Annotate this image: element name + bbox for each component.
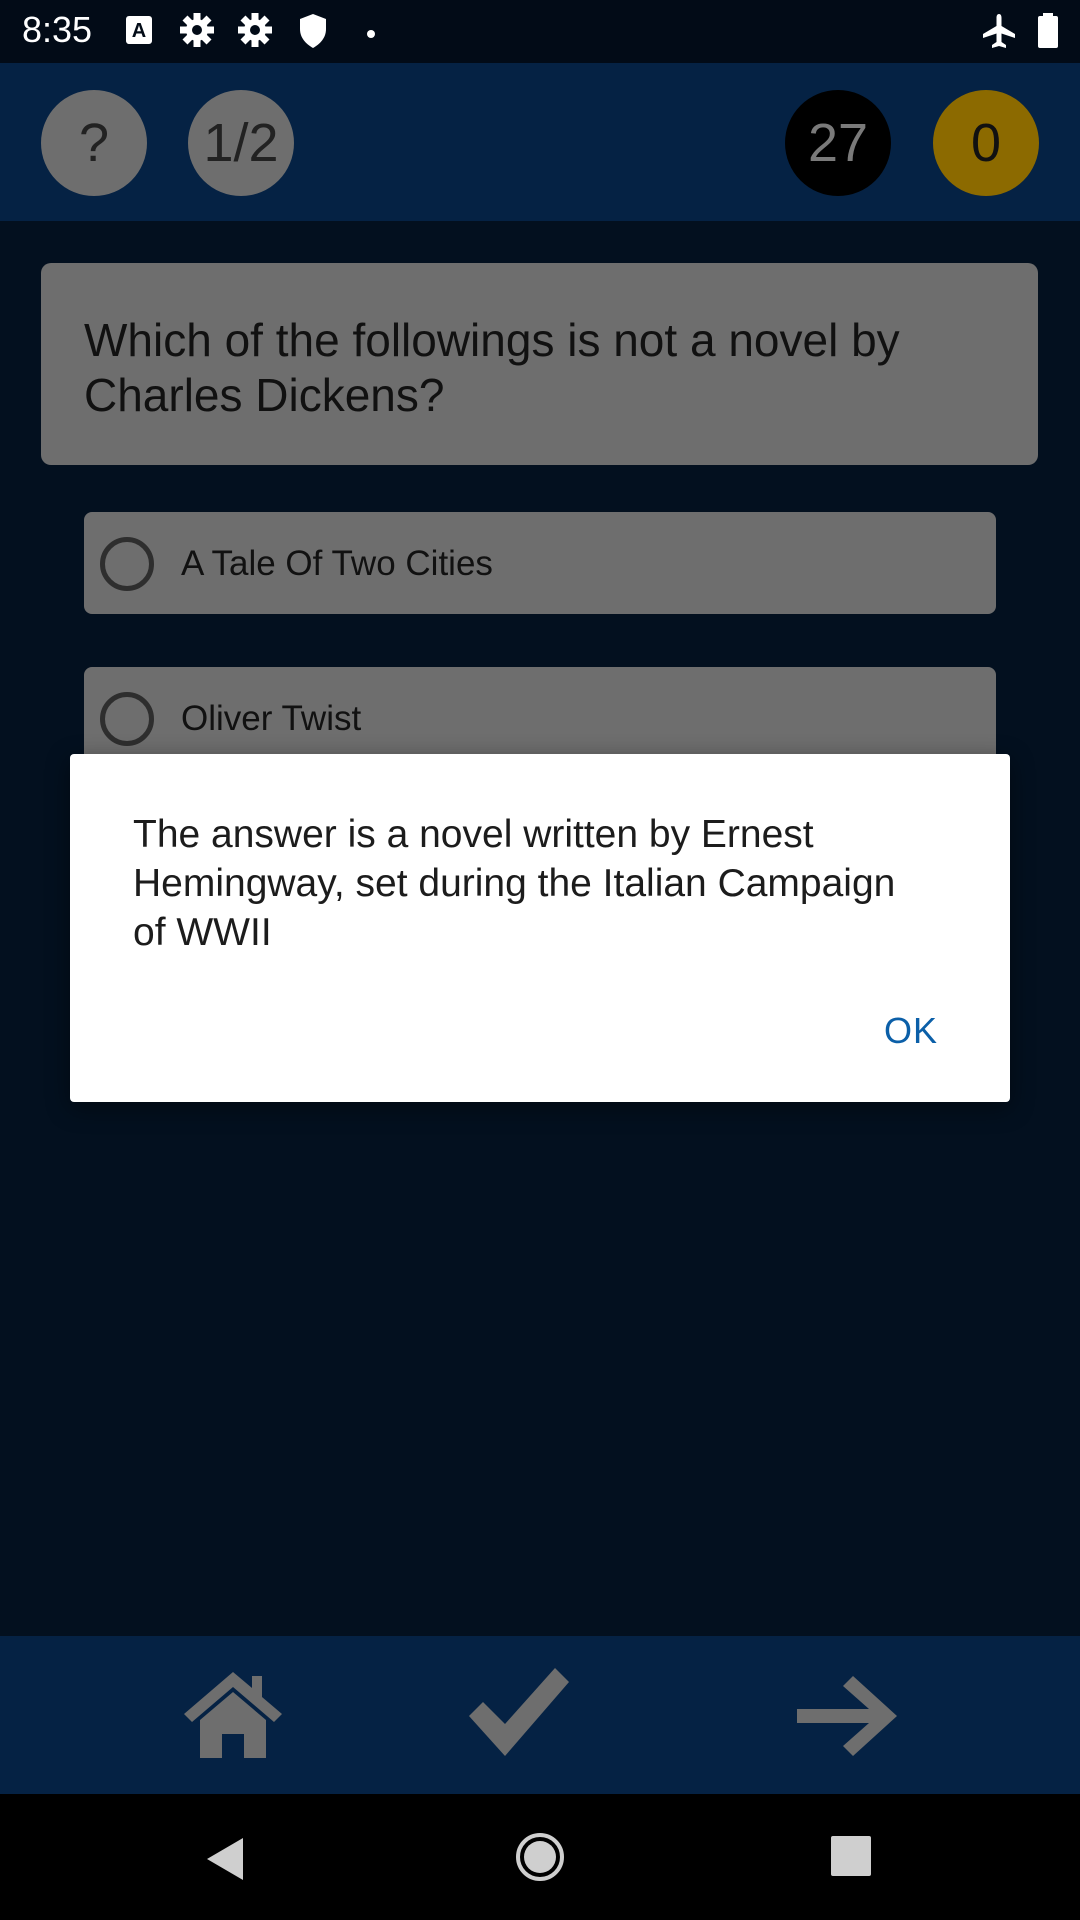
dialog-message: The answer is a novel written by Ernest … bbox=[133, 813, 896, 954]
system-navigation-bar bbox=[0, 1794, 1080, 1920]
radio-button[interactable] bbox=[100, 692, 154, 746]
airplane-icon bbox=[980, 12, 1018, 55]
answer-option-label: Oliver Twist bbox=[181, 699, 362, 738]
timer-badge: 27 bbox=[785, 90, 891, 196]
question-text: Which of the followings is not a novel b… bbox=[84, 314, 900, 421]
help-button[interactable]: ? bbox=[41, 90, 147, 196]
svg-text:A: A bbox=[132, 20, 146, 42]
shield-icon bbox=[297, 12, 329, 55]
gear-icon bbox=[237, 12, 273, 53]
radio-button[interactable] bbox=[100, 537, 154, 591]
hint-dialog: The answer is a novel written by Ernest … bbox=[70, 754, 1010, 1102]
recents-icon[interactable] bbox=[831, 1836, 871, 1881]
checkmark-icon[interactable] bbox=[465, 1664, 573, 1765]
answer-option[interactable]: A Tale Of Two Cities bbox=[84, 512, 996, 614]
app-header: ? 1/2 27 0 bbox=[0, 63, 1080, 221]
question-card: Which of the followings is not a novel b… bbox=[41, 263, 1038, 465]
back-icon[interactable] bbox=[205, 1836, 245, 1887]
score-badge: 0 bbox=[933, 90, 1039, 196]
battery-icon bbox=[1036, 12, 1060, 55]
bottom-toolbar bbox=[0, 1636, 1080, 1794]
home-icon[interactable] bbox=[180, 1668, 286, 1765]
ok-button[interactable]: OK bbox=[884, 1010, 938, 1052]
home-circle-icon[interactable] bbox=[515, 1832, 565, 1887]
status-time: 8:35 bbox=[22, 9, 93, 50]
status-bar: 8:35 A bbox=[0, 0, 1080, 63]
question-progress: 1/2 bbox=[188, 90, 294, 196]
answer-option-label: A Tale Of Two Cities bbox=[181, 544, 493, 583]
arrow-right-icon[interactable] bbox=[793, 1672, 901, 1765]
gear-icon bbox=[179, 12, 215, 53]
dot-icon bbox=[366, 26, 376, 44]
keyboard-a-icon: A bbox=[124, 12, 154, 53]
